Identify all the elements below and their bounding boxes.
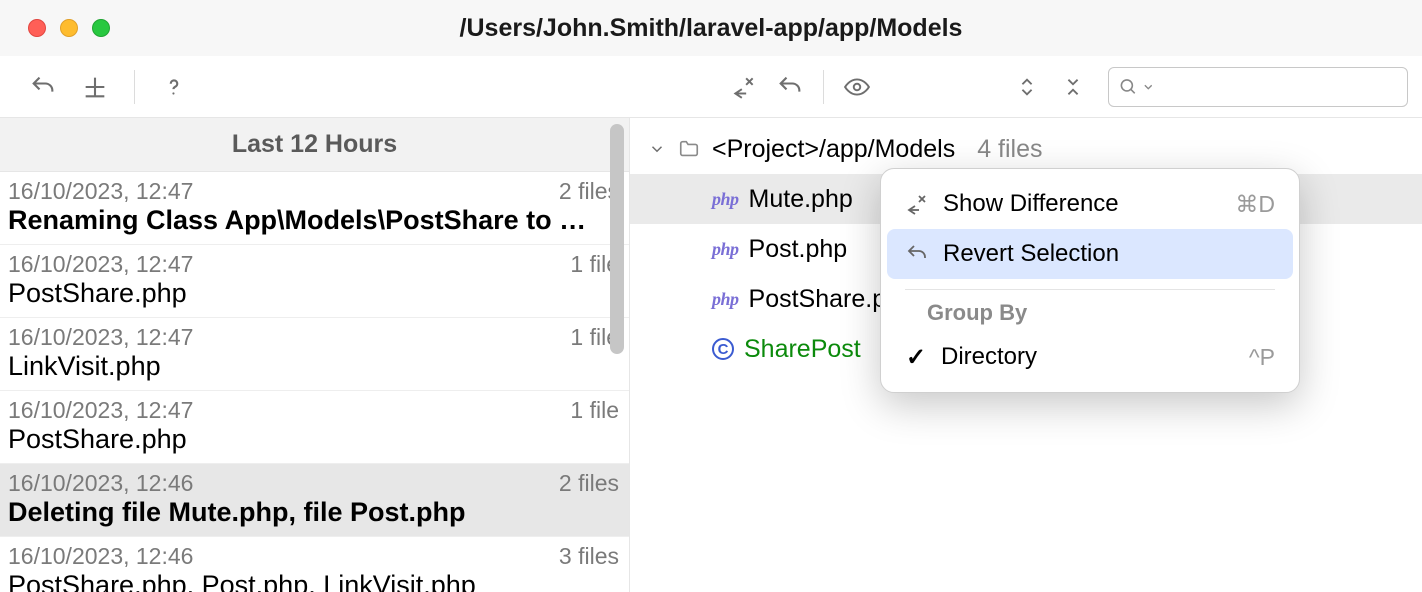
php-icon: php [712, 289, 739, 310]
history-count: 1 file [570, 397, 619, 424]
history-time: 16/10/2023, 12:47 [8, 178, 193, 205]
revert-icon[interactable] [22, 66, 64, 108]
minimize-window-button[interactable] [60, 19, 78, 37]
history-item[interactable]: 16/10/2023, 12:471 filePostShare.php [0, 245, 629, 318]
toolbar-divider [134, 70, 135, 104]
menu-show-difference-label: Show Difference [943, 190, 1119, 218]
php-icon: php [712, 189, 739, 210]
php-icon: php [712, 239, 739, 260]
zoom-window-button[interactable] [92, 19, 110, 37]
undo-icon[interactable] [769, 66, 811, 108]
history-time: 16/10/2023, 12:46 [8, 470, 193, 497]
history-group-header: Last 12 Hours [0, 118, 629, 172]
history-title: PostShare.php, Post.php, LinkVisit.php [8, 570, 588, 592]
history-item[interactable]: 16/10/2023, 12:46 2 filesDeleting file Mu… [0, 464, 629, 537]
history-time: 16/10/2023, 12:47 [8, 397, 193, 424]
check-icon: ✓ [905, 343, 927, 372]
menu-group-by-label: Group By [887, 296, 1293, 332]
history-title: PostShare.php [8, 424, 588, 455]
history-count: 3 files [559, 543, 619, 570]
scrollbar-thumb[interactable] [610, 124, 624, 354]
history-time: 16/10/2023, 12:46 [8, 543, 193, 570]
history-time: 16/10/2023, 12:47 [8, 251, 193, 278]
file-name: Mute.php [749, 185, 853, 214]
window-title: /Users/John.Smith/laravel-app/app/Models [0, 14, 1422, 43]
menu-revert-selection[interactable]: Revert Selection [887, 229, 1293, 279]
tree-root-meta: 4 files [977, 135, 1042, 164]
toolbar [0, 56, 1422, 118]
class-icon: C [712, 338, 734, 360]
history-item[interactable]: 16/10/2023, 12:472 filesRenaming Class A… [0, 172, 629, 245]
compare-arrow-icon[interactable] [723, 66, 765, 108]
menu-separator [905, 289, 1275, 290]
history-item[interactable]: 16/10/2023, 12:471 fileLinkVisit.php [0, 318, 629, 391]
menu-directory-shortcut: ^P [1249, 344, 1275, 371]
collapse-icon[interactable] [1052, 66, 1094, 108]
menu-show-difference-shortcut: ⌘D [1235, 191, 1275, 218]
history-title: LinkVisit.php [8, 351, 588, 382]
class-name: SharePost [744, 335, 861, 364]
history-list[interactable]: 16/10/2023, 12:47 2 files Renaming Class A… [0, 172, 629, 592]
revert-arrow-icon [905, 242, 929, 266]
history-title: PostShare.php [8, 278, 588, 309]
search-input[interactable] [1158, 75, 1397, 98]
history-title: Deleting file Mute.php, file Post.php [8, 497, 588, 528]
close-window-button[interactable] [28, 19, 46, 37]
file-name: Post.php [749, 235, 848, 264]
expand-icon[interactable] [1006, 66, 1048, 108]
menu-show-difference[interactable]: Show Difference ⌘D [887, 179, 1293, 229]
tree-root-label: <Project>/app/Models [712, 135, 955, 164]
history-item[interactable]: 16/10/2023, 12:46 3 filesPostShare.php, P… [0, 537, 629, 592]
help-icon[interactable] [153, 66, 195, 108]
menu-revert-selection-label: Revert Selection [943, 240, 1119, 268]
history-count: 2 files [559, 470, 619, 497]
folder-icon [676, 138, 702, 160]
menu-directory[interactable]: ✓ Directory ^P [887, 332, 1293, 382]
search-dropdown-icon[interactable] [1144, 82, 1153, 92]
history-time: 16/10/2023, 12:47 [8, 324, 193, 351]
titlebar: /Users/John.Smith/laravel-app/app/Models [0, 0, 1422, 56]
tree-root-row[interactable]: <Project>/app/Models 4 files [630, 124, 1422, 174]
diff-arrow-icon [905, 192, 929, 216]
window-controls [0, 19, 110, 37]
history-pane: Last 12 Hours 16/10/2023, 12:47 2 files Re… [0, 118, 630, 592]
changes-pane: <Project>/app/Models 4 files php Mute.php… [630, 118, 1422, 592]
search-box[interactable] [1108, 67, 1408, 107]
context-menu: Show Difference ⌘D Revert Selection Grou… [880, 168, 1300, 393]
menu-directory-label: Directory [941, 343, 1037, 371]
toolbar-divider-2 [823, 70, 824, 104]
diff-icon[interactable] [74, 66, 116, 108]
history-title: Renaming Class App\Models\PostShare to S… [8, 205, 588, 236]
preview-icon[interactable] [836, 66, 878, 108]
chevron-down-icon [648, 140, 666, 158]
search-icon [1119, 76, 1138, 98]
history-item[interactable]: 16/10/2023, 12:47 1 filePostShare.php [0, 391, 629, 464]
